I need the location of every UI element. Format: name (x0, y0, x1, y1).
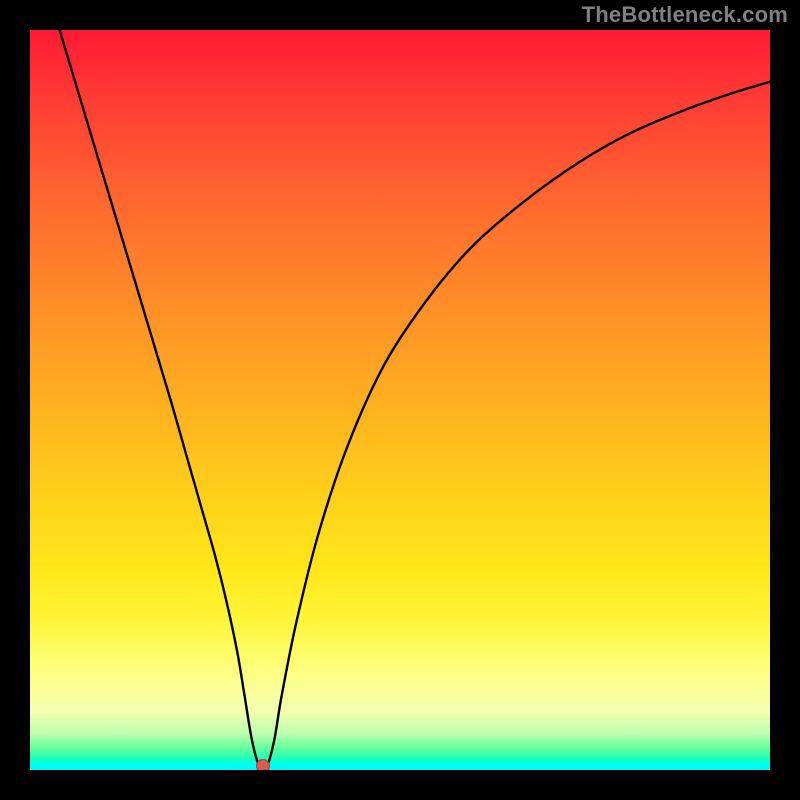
minimum-marker (256, 759, 270, 770)
chart-frame: TheBottleneck.com (0, 0, 800, 800)
bottleneck-curve (60, 30, 770, 770)
watermark-text: TheBottleneck.com (582, 2, 788, 28)
plot-area (30, 30, 770, 770)
curve-svg (30, 30, 770, 770)
